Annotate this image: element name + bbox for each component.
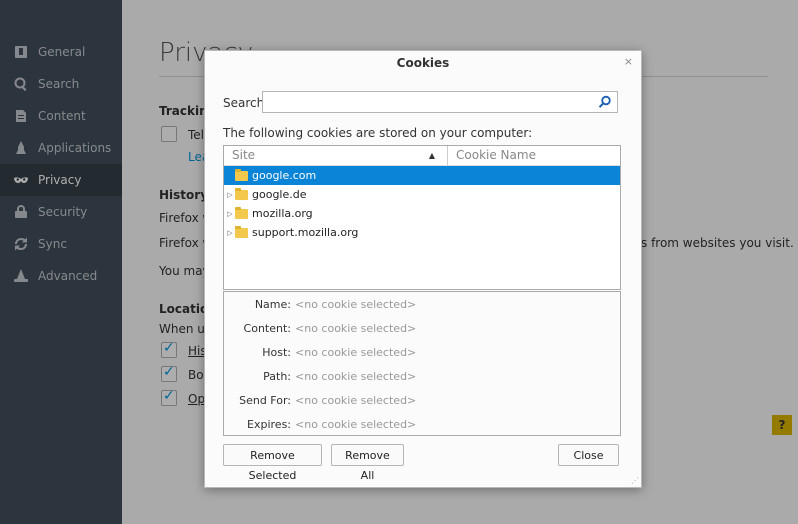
cookie-details: Name: <no cookie selected> Content: <no … xyxy=(223,291,621,436)
detail-key: Host: xyxy=(262,346,291,359)
detail-value: <no cookie selected> xyxy=(295,418,417,431)
detail-row-expires: Expires: <no cookie selected> xyxy=(224,418,620,436)
resize-grip-icon[interactable]: ⋰ xyxy=(631,476,639,485)
expand-icon[interactable]: ▷ xyxy=(225,210,235,218)
detail-key: Name: xyxy=(254,298,291,311)
tree-row[interactable]: google.com xyxy=(224,166,620,185)
close-icon[interactable]: × xyxy=(624,55,633,68)
detail-value: <no cookie selected> xyxy=(295,370,417,383)
dialog-title: Cookies xyxy=(396,56,450,70)
tree-row[interactable]: ▷ mozilla.org xyxy=(224,204,620,223)
cookie-name-column-header[interactable]: Cookie Name xyxy=(448,146,536,165)
detail-key: Content: xyxy=(243,322,291,335)
search-icon[interactable] xyxy=(598,95,612,109)
expand-icon[interactable]: ▷ xyxy=(225,191,235,199)
detail-value: <no cookie selected> xyxy=(295,394,417,407)
site-name: mozilla.org xyxy=(252,207,313,220)
tree-header: Site ▲ Cookie Name xyxy=(224,146,620,166)
folder-icon xyxy=(235,225,248,238)
site-name: google.de xyxy=(252,188,307,201)
site-column-header[interactable]: Site ▲ xyxy=(224,146,448,165)
close-button[interactable]: Close xyxy=(558,444,619,466)
remove-selected-button[interactable]: Remove Selected xyxy=(223,444,322,482)
tree-row[interactable]: ▷ support.mozilla.org xyxy=(224,223,620,242)
folder-icon xyxy=(235,168,248,181)
search-field[interactable] xyxy=(262,91,618,113)
detail-key: Path: xyxy=(263,370,291,383)
site-name: google.com xyxy=(252,169,317,182)
sort-up-icon: ▲ xyxy=(428,151,435,160)
folder-icon xyxy=(235,187,248,200)
tree-row[interactable]: ▷ google.de xyxy=(224,185,620,204)
cookie-name-column-label: Cookie Name xyxy=(456,148,536,162)
detail-key: Send For: xyxy=(239,394,291,407)
site-column-label: Site xyxy=(232,148,256,162)
detail-row-name: Name: <no cookie selected> xyxy=(224,298,620,316)
detail-row-send-for: Send For: <no cookie selected> xyxy=(224,394,620,412)
detail-row-path: Path: <no cookie selected> xyxy=(224,370,620,388)
detail-row-content: Content: <no cookie selected> xyxy=(224,322,620,340)
detail-value: <no cookie selected> xyxy=(295,322,417,335)
search-input[interactable] xyxy=(266,93,590,113)
cookie-tree[interactable]: Site ▲ Cookie Name google.com ▷ google.d… xyxy=(223,145,621,290)
detail-value: <no cookie selected> xyxy=(295,346,417,359)
folder-icon xyxy=(235,206,248,219)
detail-value: <no cookie selected> xyxy=(295,298,417,311)
detail-key: Expires: xyxy=(247,418,291,431)
expand-icon[interactable]: ▷ xyxy=(225,229,235,237)
detail-row-host: Host: <no cookie selected> xyxy=(224,346,620,364)
cookies-dialog: Cookies × Search: The following cookies … xyxy=(204,50,642,488)
stored-cookies-label: The following cookies are stored on your… xyxy=(223,126,533,140)
remove-all-button[interactable]: Remove All xyxy=(331,444,404,482)
site-name: support.mozilla.org xyxy=(252,226,359,239)
